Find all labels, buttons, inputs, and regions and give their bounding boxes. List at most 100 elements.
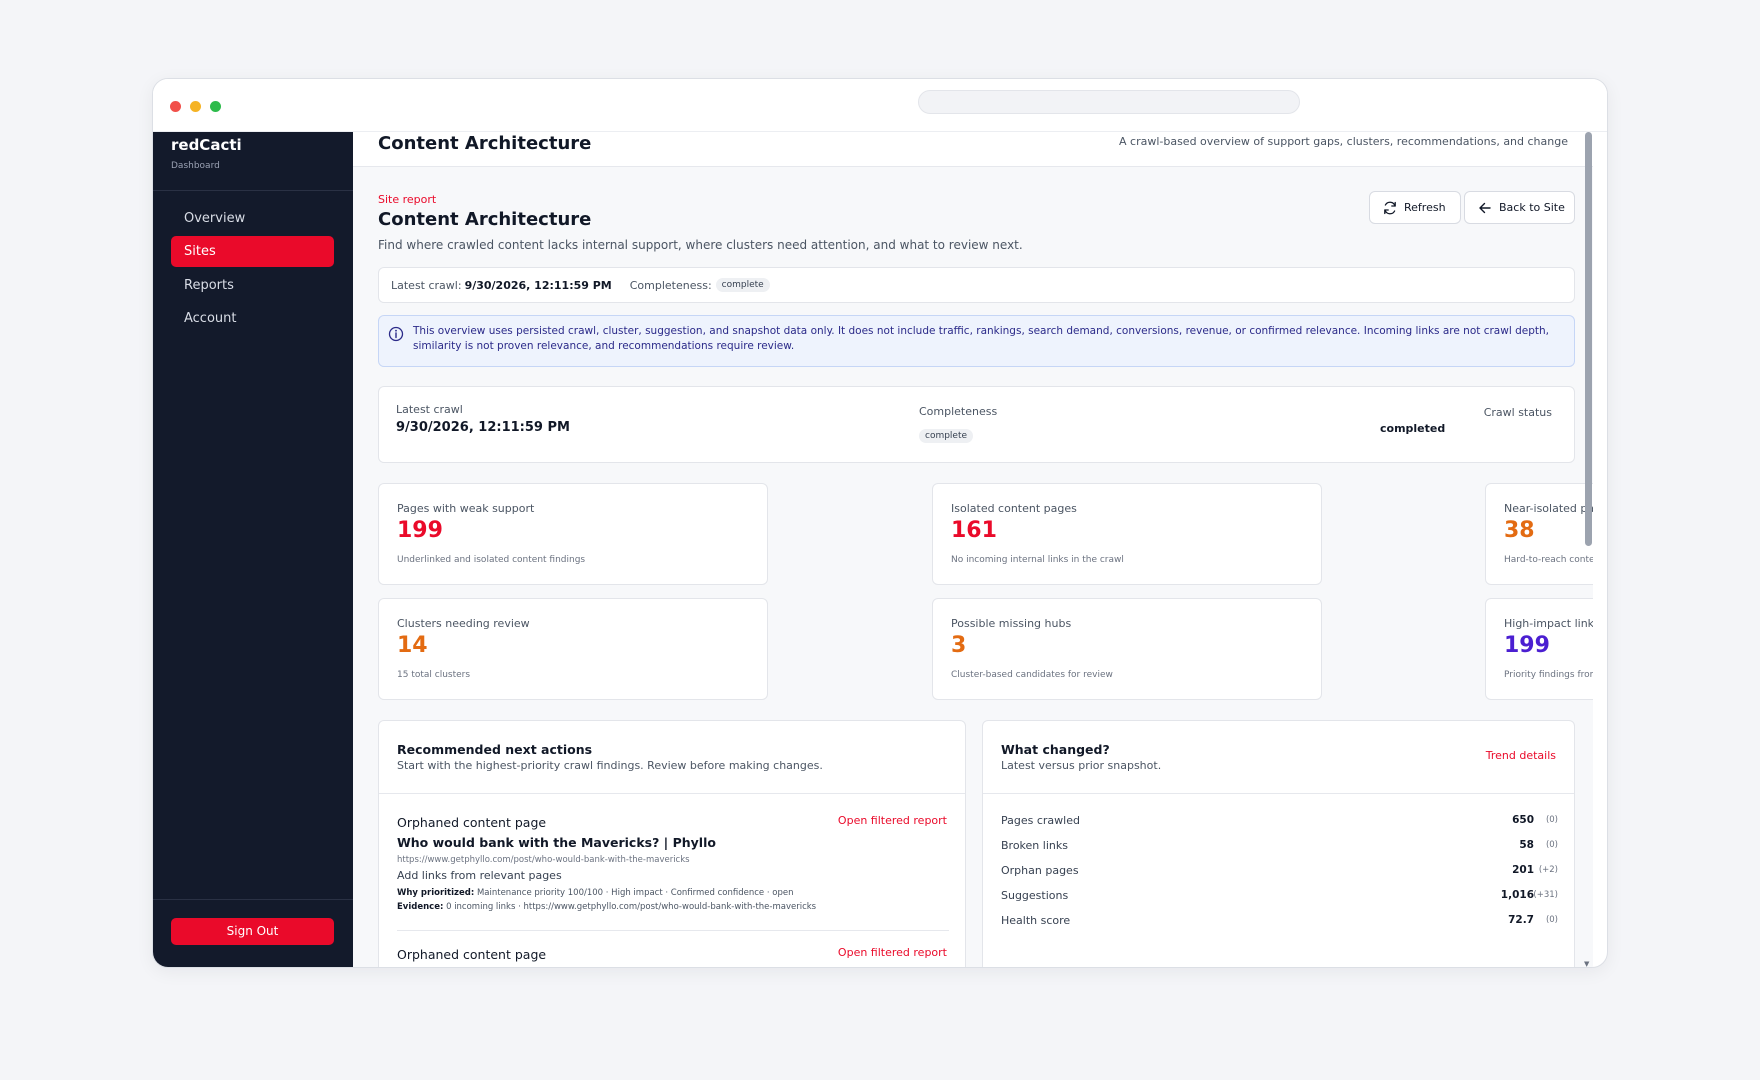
stat-label: Near-isolated pages [1504, 502, 1593, 515]
change-label: Health score [1001, 914, 1071, 927]
action-page-url[interactable]: https://www.getphyllo.com/post/who-would… [397, 855, 690, 865]
scrollbar-thumb[interactable] [1585, 132, 1592, 546]
title-bar [153, 79, 1607, 132]
trend-details-link[interactable]: Trend details [1486, 749, 1556, 762]
action-divider [397, 930, 949, 931]
stat-card-isolated-pages[interactable]: Isolated content pages 161 No incoming i… [932, 483, 1322, 585]
back-to-site-label: Back to Site [1499, 201, 1565, 214]
change-value: 58 [1519, 839, 1534, 851]
action-page-title: Who would bank with the Mavericks? | Phy… [397, 835, 716, 850]
open-filtered-report-link[interactable]: Open filtered report [838, 814, 947, 827]
change-delta: (+2) [1538, 865, 1558, 875]
panel-divider [983, 793, 1574, 794]
stat-card-near-isolated[interactable]: Near-isolated pages 38 Hard-to-reach con… [1485, 483, 1593, 585]
change-label: Orphan pages [1001, 864, 1079, 877]
actions-title: Recommended next actions [397, 742, 593, 757]
changes-title: What changed? [1001, 742, 1110, 757]
action-why-prioritized: Why prioritized: Maintenance priority 10… [397, 888, 793, 898]
refresh-button[interactable]: Refresh [1369, 191, 1461, 224]
stat-subtext: Cluster-based candidates for review [951, 670, 1113, 680]
address-bar[interactable] [918, 90, 1300, 114]
what-changed-panel: What changed? Latest versus prior snapsh… [982, 720, 1575, 967]
stat-value: 199 [1504, 633, 1550, 658]
stat-card-clusters-review[interactable]: Clusters needing review 14 15 total clus… [378, 598, 768, 700]
stat-value: 3 [951, 633, 967, 658]
sign-out-button[interactable]: Sign Out [171, 918, 334, 945]
minimize-window-button[interactable] [190, 101, 201, 112]
back-to-site-button[interactable]: Back to Site [1464, 191, 1575, 224]
change-value: 1,016 [1500, 889, 1534, 901]
main-content: Content Architecture A crawl-based overv… [353, 132, 1593, 967]
stat-label: Clusters needing review [397, 617, 530, 630]
latest-crawl-value: 9/30/2026, 12:11:59 PM [464, 278, 612, 292]
scroll-down-arrow-icon[interactable]: ▼ [1584, 960, 1592, 967]
info-icon [388, 326, 404, 342]
stat-label: Possible missing hubs [951, 617, 1072, 630]
stat-value: 38 [1504, 518, 1535, 543]
browser-window: redCacti Dashboard Overview Sites Report… [152, 78, 1608, 968]
recommended-actions-panel: Recommended next actions Start with the … [378, 720, 966, 967]
evidence-label: Evidence: [397, 902, 444, 912]
arrow-left-icon [1479, 202, 1491, 213]
change-value: 650 [1512, 814, 1534, 826]
notice-text: This overview uses persisted crawl, clus… [413, 325, 1549, 352]
change-row-orphan-pages: Orphan pages 201 (+2) [1001, 864, 1558, 882]
maximize-window-button[interactable] [210, 101, 221, 112]
brand-name: redCacti [171, 136, 242, 154]
latest-crawl-label: Latest crawl: [391, 278, 462, 292]
stat-subtext: Hard-to-reach content with one incoming … [1504, 555, 1593, 565]
refresh-icon [1384, 201, 1396, 214]
stat-label: High-impact link opportunities [1504, 617, 1593, 630]
change-delta: (0) [1545, 815, 1558, 825]
summary-completeness-badge: complete [919, 429, 974, 443]
stat-value: 14 [397, 633, 428, 658]
change-value: 72.7 [1508, 914, 1534, 926]
change-delta: (0) [1545, 840, 1558, 850]
action-evidence: Evidence: 0 incoming links · https://www… [397, 902, 816, 912]
why-text: Maintenance priority 100/100 · High impa… [476, 888, 794, 898]
stat-subtext: Underlinked and isolated content finding… [397, 555, 586, 565]
changes-subtitle: Latest versus prior snapshot. [1001, 759, 1162, 772]
header-title: Content Architecture [378, 133, 592, 154]
change-delta: (+31) [1533, 890, 1558, 900]
summary-completeness-badge-wrap: complete [915, 423, 974, 443]
action-type: Orphaned content page [397, 947, 547, 962]
top-header: Content Architecture A crawl-based overv… [353, 132, 1593, 167]
sidebar-item-overview[interactable]: Overview [171, 203, 334, 234]
open-filtered-report-link[interactable]: Open filtered report [838, 946, 947, 959]
change-row-broken-links: Broken links 58 (0) [1001, 839, 1558, 857]
sidebar-item-reports[interactable]: Reports [171, 270, 334, 301]
actions-subtitle: Start with the highest-priority crawl fi… [397, 759, 823, 772]
sidebar-item-account[interactable]: Account [171, 303, 334, 334]
change-label: Broken links [1001, 839, 1068, 852]
completeness-label: Completeness: [629, 278, 712, 292]
completeness-badge: complete [715, 278, 770, 292]
scrollbar[interactable] [1585, 132, 1592, 952]
brand-subtitle: Dashboard [171, 161, 220, 171]
change-row-health-score: Health score 72.7 (0) [1001, 914, 1558, 932]
sidebar-divider-bottom [153, 899, 353, 900]
refresh-label: Refresh [1404, 201, 1446, 214]
crawl-summary-card: Latest crawl 9/30/2026, 12:11:59 PM Comp… [378, 386, 1575, 463]
action-recommendation: Add links from relevant pages [397, 869, 562, 882]
close-window-button[interactable] [170, 101, 181, 112]
header-subtitle: A crawl-based overview of support gaps, … [1119, 135, 1568, 148]
summary-completeness-label: Completeness [919, 405, 998, 418]
stat-card-weak-support[interactable]: Pages with weak support 199 Underlinked … [378, 483, 768, 585]
action-type: Orphaned content page [397, 815, 547, 830]
change-delta: (0) [1545, 915, 1558, 925]
summary-status-label: Crawl status [1483, 406, 1552, 419]
stat-card-missing-hubs[interactable]: Possible missing hubs 3 Cluster-based ca… [932, 598, 1322, 700]
sidebar-divider [153, 190, 353, 191]
summary-status-value: completed [1380, 422, 1446, 435]
stat-card-link-opportunities[interactable]: High-impact link opportunities 199 Prior… [1485, 598, 1593, 700]
sidebar-item-sites[interactable]: Sites [171, 236, 334, 267]
stat-value: 161 [951, 518, 997, 543]
stat-subtext: 15 total clusters [397, 670, 471, 680]
sidebar: redCacti Dashboard Overview Sites Report… [153, 132, 353, 967]
why-label: Why prioritized: [397, 888, 475, 898]
stat-subtext: No incoming internal links in the crawl [951, 555, 1124, 565]
change-label: Pages crawled [1001, 814, 1080, 827]
evidence-text: 0 incoming links · https://www.getphyllo… [446, 902, 817, 912]
stat-label: Pages with weak support [397, 502, 535, 515]
